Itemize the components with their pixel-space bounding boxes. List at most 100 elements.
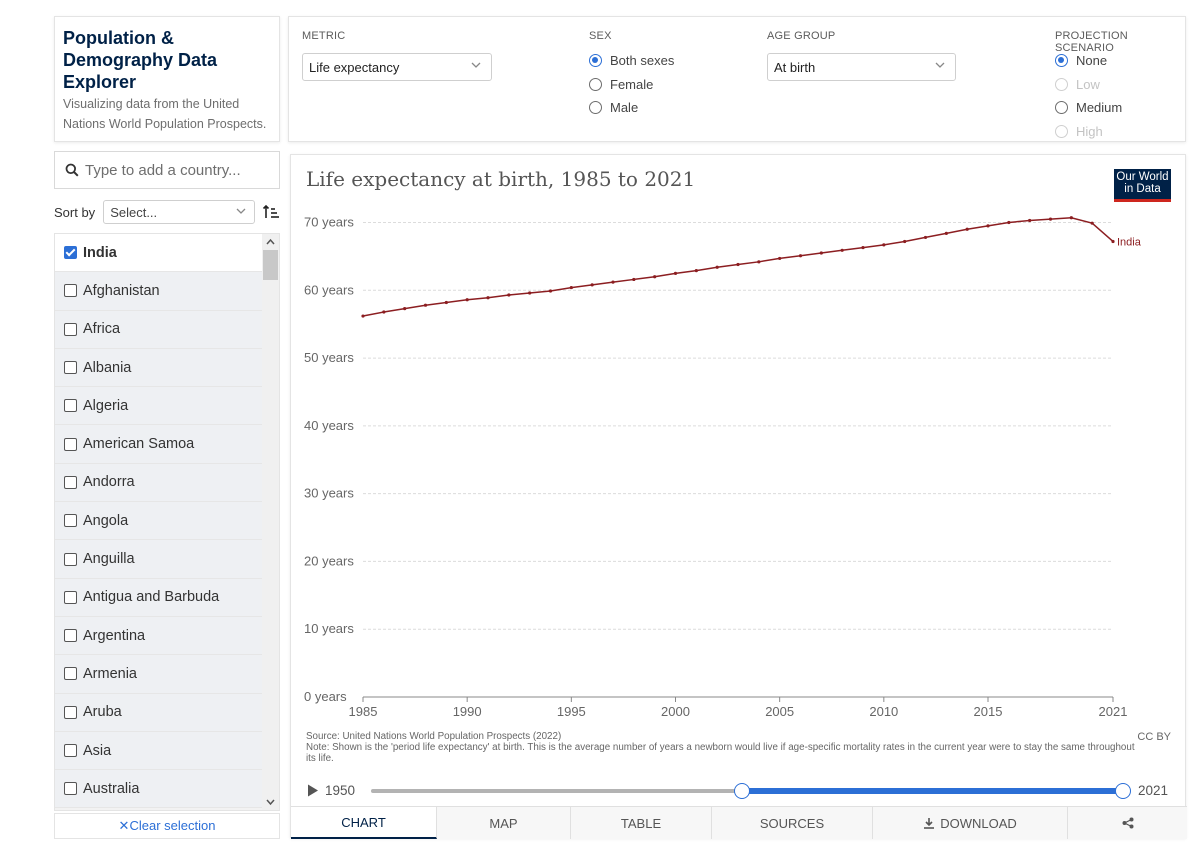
- data-point: [861, 245, 865, 250]
- age-group-dropdown[interactable]: At birth: [767, 53, 956, 81]
- data-point: [1111, 239, 1115, 244]
- timeline-slider[interactable]: 1950 2021: [291, 779, 1187, 803]
- tab-map[interactable]: MAP: [437, 807, 571, 839]
- tab-label: SOURCES: [759, 815, 825, 831]
- country-label: Africa: [83, 321, 121, 338]
- license-link[interactable]: CC BY: [1137, 731, 1171, 743]
- x-tick-label: 2021: [1099, 704, 1128, 719]
- chevron-down-icon: [471, 62, 481, 68]
- data-point: [1007, 220, 1011, 225]
- sort-row: Sort by Select...: [54, 199, 280, 225]
- owid-logo[interactable]: Our World in Data: [1114, 169, 1171, 202]
- country-item-algeria[interactable]: Algeria: [55, 387, 263, 426]
- country-item-andorra[interactable]: Andorra: [55, 463, 263, 503]
- country-label: Angola: [83, 512, 129, 529]
- country-item-antigua-and-barbuda[interactable]: Antigua and Barbuda: [55, 578, 263, 617]
- country-item-armenia[interactable]: Armenia: [55, 655, 263, 694]
- country-item-afghanistan[interactable]: Afghanistan: [55, 272, 263, 311]
- data-point: [444, 300, 448, 305]
- country-item-angola[interactable]: Angola: [55, 502, 263, 541]
- checkbox[interactable]: [64, 246, 77, 260]
- country-item-australia[interactable]: Australia: [55, 770, 263, 809]
- country-item-albania[interactable]: Albania: [55, 348, 263, 388]
- country-label: Andorra: [83, 474, 135, 491]
- sex-option-female[interactable]: Female: [589, 77, 653, 92]
- checkbox[interactable]: [64, 361, 77, 375]
- country-list[interactable]: India Afghanistan Africa Albania Algeria Amer…: [54, 233, 280, 811]
- tab-sources[interactable]: SOURCES: [712, 807, 873, 839]
- data-point: [694, 269, 698, 273]
- checkbox[interactable]: [64, 475, 77, 489]
- country-item-asia[interactable]: Asia: [55, 731, 263, 771]
- checkbox[interactable]: [64, 590, 77, 604]
- country-item-aruba[interactable]: Aruba: [55, 693, 263, 732]
- tab-label: MAP: [489, 815, 518, 831]
- sort-ascending-icon[interactable]: [262, 203, 280, 221]
- data-point: [507, 293, 511, 297]
- checkbox[interactable]: [64, 322, 77, 336]
- checkbox[interactable]: [64, 629, 77, 643]
- metric-dropdown[interactable]: Life expectancy: [302, 53, 492, 81]
- data-point: [548, 289, 553, 293]
- chart-title: Life expectancy at birth, 1985 to 2021: [306, 167, 696, 191]
- projection-option-low: Low: [1055, 77, 1100, 92]
- scroll-up-icon[interactable]: [265, 237, 276, 247]
- metric-value: Life expectancy: [309, 60, 400, 75]
- radio-icon: [589, 77, 602, 91]
- country-item-india[interactable]: India: [55, 234, 263, 273]
- country-item-argentina[interactable]: Argentina: [55, 616, 263, 656]
- country-search[interactable]: [54, 151, 280, 189]
- checkbox[interactable]: [64, 284, 77, 298]
- checkbox[interactable]: [64, 514, 77, 528]
- checkbox[interactable]: [64, 782, 77, 796]
- y-tick-label: 30 years: [304, 486, 354, 501]
- search-input[interactable]: [85, 161, 265, 179]
- country-item-africa[interactable]: Africa: [55, 310, 263, 349]
- share-button[interactable]: [1068, 807, 1187, 839]
- source-line[interactable]: Source: United Nations World Population …: [306, 731, 1136, 742]
- tab-table[interactable]: TABLE: [571, 807, 712, 839]
- owid-logo-text: Our World in Data: [1116, 171, 1169, 195]
- sex-option-both-sexes[interactable]: Both sexes: [589, 53, 674, 68]
- timeline-start-handle[interactable]: [733, 783, 750, 799]
- age-group-value: At birth: [774, 60, 816, 75]
- sort-value: Select...: [110, 205, 158, 220]
- list-scrollbar[interactable]: [262, 234, 279, 810]
- clear-selection-button[interactable]: ✕Clear selection: [54, 813, 280, 839]
- country-label: Algeria: [83, 397, 129, 414]
- data-point: [778, 256, 782, 261]
- scroll-down-icon[interactable]: [265, 797, 276, 807]
- sex-option-label: Female: [610, 76, 654, 92]
- y-tick-label: 10 years: [304, 621, 354, 636]
- data-point: [465, 298, 469, 302]
- scroll-thumb[interactable]: [263, 250, 278, 280]
- checkbox[interactable]: [64, 667, 77, 681]
- radio-icon: [589, 54, 602, 67]
- checkbox[interactable]: [64, 705, 77, 719]
- checkbox[interactable]: [64, 744, 77, 757]
- data-point: [715, 265, 719, 269]
- country-item-american-samoa[interactable]: American Samoa: [55, 425, 263, 464]
- play-icon[interactable]: [307, 784, 319, 797]
- data-point: [1048, 217, 1053, 221]
- country-item-anguilla[interactable]: Anguilla: [55, 540, 263, 579]
- x-tick-label: 2015: [974, 704, 1003, 719]
- sex-option-male[interactable]: Male: [589, 100, 638, 115]
- tab-download[interactable]: DOWNLOAD: [873, 807, 1068, 839]
- country-label: Aruba: [83, 704, 122, 721]
- country-label: Anguilla: [83, 551, 135, 568]
- app-title: Population & Demography Data Explorer: [63, 28, 218, 92]
- data-point: [611, 280, 615, 284]
- x-tick-label: 2010: [869, 704, 898, 719]
- chart-footer: Source: United Nations World Population …: [306, 731, 1136, 764]
- sort-dropdown[interactable]: Select...: [103, 200, 256, 224]
- checkbox[interactable]: [64, 552, 77, 566]
- checkbox[interactable]: [64, 437, 77, 451]
- checkbox[interactable]: [64, 399, 77, 413]
- timeline-end-handle[interactable]: [1115, 783, 1131, 799]
- projection-option-medium[interactable]: Medium: [1055, 100, 1122, 115]
- projection-option-none[interactable]: None: [1055, 53, 1107, 68]
- sex-label: SEX: [589, 30, 612, 42]
- country-label: American Samoa: [83, 436, 195, 453]
- tab-chart[interactable]: CHART: [291, 807, 437, 839]
